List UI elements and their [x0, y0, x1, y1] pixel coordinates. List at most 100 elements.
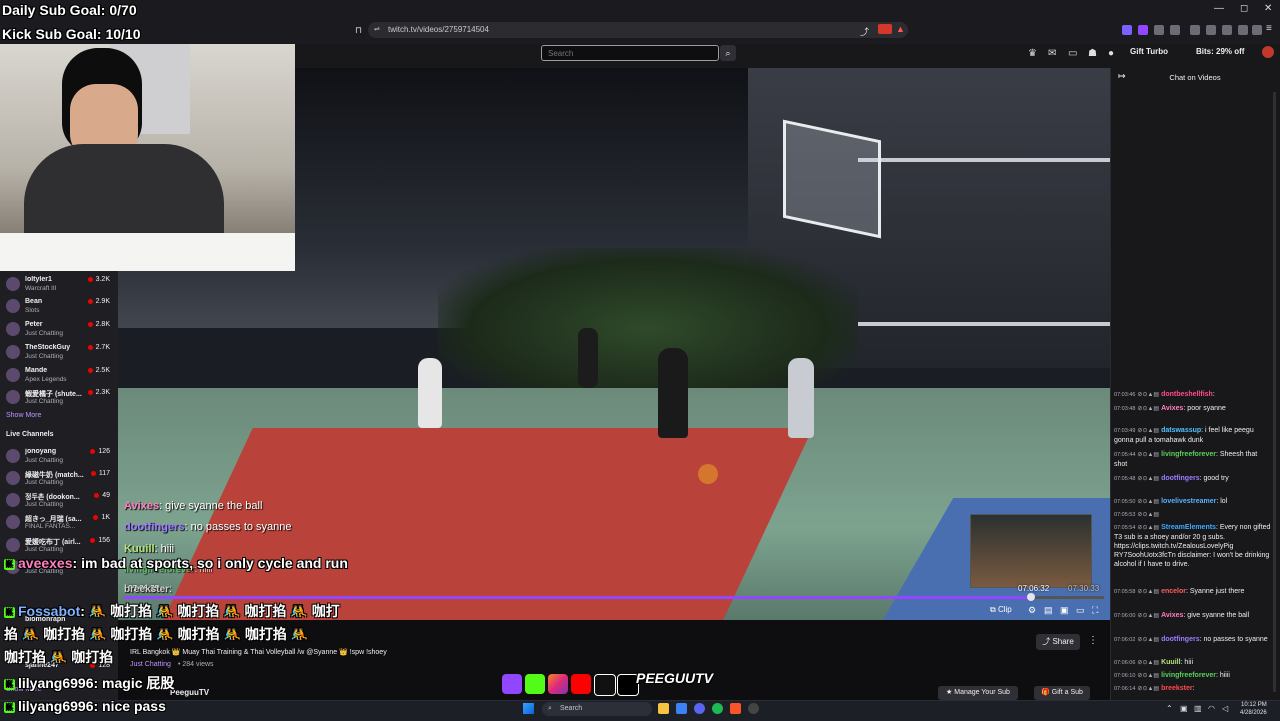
tray-app-icon[interactable]: ▥	[1194, 704, 1202, 713]
extension-icon[interactable]	[1154, 25, 1164, 35]
maximize-button[interactable]: ◻	[1240, 3, 1248, 14]
gift-turbo-button[interactable]: Gift Turbo	[1130, 47, 1168, 56]
sidebar-channel[interactable]: 超きっ_月瑞 (sa... FINAL FANTAS... 1K	[6, 512, 116, 534]
theatre-mode-icon[interactable]: ▤	[1044, 605, 1053, 616]
chat-username[interactable]: livingfreeforever	[1161, 451, 1216, 458]
sidebar-channel[interactable]: 蝦愛橘子 (shute... Just Chatting 2.3K	[6, 387, 116, 409]
search-input[interactable]	[541, 45, 719, 61]
chat-username[interactable]: encelor	[1161, 588, 1186, 595]
brave-icon[interactable]	[730, 703, 741, 714]
progress-handle[interactable]	[1027, 593, 1035, 601]
chat-username[interactable]: Avixes	[1161, 405, 1183, 412]
rewards-icon[interactable]: ▲	[896, 24, 905, 34]
notifications-icon[interactable]: ●	[1108, 48, 1114, 59]
sidebar-channel[interactable]: Peter Just Chatting 2.8K	[6, 319, 116, 341]
sidebar-channel[interactable]: jonoyang Just Chatting 126	[6, 446, 116, 468]
mod-actions-icon[interactable]: ⊘⊙▲▤	[1137, 392, 1159, 398]
mod-actions-icon[interactable]: ⊘⊙▲▤	[1137, 499, 1159, 505]
avatar	[6, 390, 20, 404]
mod-actions-icon[interactable]: ⊘⊙▲▤	[1137, 406, 1159, 412]
sidebar-channel[interactable]: Mande Apex Legends 2.5K	[6, 365, 116, 387]
mod-actions-icon[interactable]: ⊘⊙▲▤	[1137, 428, 1159, 434]
sidebar-channel[interactable]: TheStockGuy Just Chatting 2.7K	[6, 342, 116, 364]
sidebar-channel[interactable]: Bean Slots 2.9K	[6, 296, 116, 318]
chat-scrollbar[interactable]	[1273, 92, 1276, 692]
share-page-icon[interactable]: ⤴	[860, 25, 869, 38]
tray-chevron-icon[interactable]: ⌃	[1166, 704, 1173, 713]
gift-sub-button[interactable]: 🎁 Gift a Sub	[1034, 686, 1090, 700]
chat-username[interactable]: dontbeshellfish	[1161, 391, 1213, 398]
sidebar-channel[interactable]: 綠磁牛奶 (match... Just Chatting 117	[6, 468, 116, 490]
mod-actions-icon[interactable]: ⊘⊙▲▤	[1137, 637, 1159, 643]
chat-username[interactable]: breekster	[1161, 685, 1193, 692]
video-category-link[interactable]: Just Chatting	[130, 661, 171, 668]
chat-username[interactable]: StreamElements	[1161, 524, 1216, 531]
chat-username[interactable]: Kuuill	[1161, 659, 1180, 666]
vpn-icon[interactable]	[1252, 25, 1262, 35]
whispers-icon[interactable]: ▭	[1068, 48, 1077, 59]
chat-username[interactable]: lovelivestreamer	[1161, 498, 1216, 505]
search-button[interactable]: ⌕	[720, 45, 736, 61]
fullscreen-icon[interactable]: ⛶	[1092, 605, 1098, 616]
mod-actions-icon[interactable]: ⊘⊙▲▤	[1137, 686, 1159, 692]
mod-actions-icon[interactable]: ⊘⊙▲▤	[1137, 589, 1159, 595]
sidebar-toggle-icon[interactable]	[1206, 25, 1216, 35]
mod-actions-icon[interactable]: ⊘⊙▲▤	[1137, 673, 1159, 679]
tray-app-icon[interactable]: ▣	[1180, 704, 1188, 713]
brave-shields-icon[interactable]	[878, 24, 892, 34]
minimize-button[interactable]: —	[1214, 3, 1224, 14]
chat-username[interactable]: dootfingers	[1161, 636, 1200, 643]
theatre-icon[interactable]: ▭	[1076, 605, 1085, 616]
discord-icon[interactable]	[694, 703, 705, 714]
kick-chat-line: 咖打掐 🤼 咖打掐	[4, 647, 113, 667]
clip-button[interactable]: ⧉ Clip	[990, 605, 1012, 615]
miniplayer-icon[interactable]: ▣	[1060, 605, 1069, 616]
address-bar[interactable]: ⇌ twitch.tv/videos/2759714504	[368, 22, 908, 38]
site-info-icon[interactable]: ⇌	[374, 22, 380, 38]
chat-username[interactable]: dootfingers	[1161, 475, 1200, 482]
volume-icon[interactable]: ◁	[1222, 704, 1228, 713]
spotify-icon[interactable]	[712, 703, 723, 714]
mod-actions-icon[interactable]: ⊘⊙▲▤	[1137, 512, 1159, 518]
file-explorer-icon[interactable]	[658, 703, 669, 714]
bookmark-icon[interactable]: ⊓	[355, 25, 362, 36]
chat-username[interactable]: livingfreeforever	[1161, 672, 1216, 679]
extension-icon[interactable]	[1122, 25, 1132, 35]
mod-actions-icon[interactable]: ⊘⊙▲▤	[1137, 660, 1159, 666]
chat-username[interactable]: datswassup	[1161, 427, 1201, 434]
share-button[interactable]: ⤴ Share	[1036, 634, 1080, 650]
mod-actions-icon[interactable]: ⊘⊙▲▤	[1137, 525, 1159, 531]
app-icon[interactable]	[748, 703, 759, 714]
taskbar-search[interactable]: ⌕ Search	[542, 702, 652, 716]
extension-icon[interactable]	[1170, 25, 1180, 35]
manage-sub-button[interactable]: ★ Manage Your Sub	[938, 686, 1018, 700]
twitch-extension-icon[interactable]	[1138, 25, 1148, 35]
mod-actions-icon[interactable]: ⊘⊙▲▤	[1137, 613, 1159, 619]
prime-loot-icon[interactable]: ☗	[1088, 48, 1097, 59]
extension-icon[interactable]	[1190, 25, 1200, 35]
taskbar-clock[interactable]: 10:12 PM 4/28/2026	[1240, 701, 1267, 717]
wifi-icon[interactable]: ◠	[1208, 704, 1215, 713]
more-options-icon[interactable]: ⋮	[1088, 635, 1098, 646]
user-avatar[interactable]	[1262, 46, 1274, 58]
start-menu-icon[interactable]	[523, 703, 534, 714]
chat-username[interactable]: Avixes	[1161, 612, 1183, 619]
mail-icon[interactable]	[676, 703, 687, 714]
mod-actions-icon[interactable]: ⊘⊙▲▤	[1137, 476, 1159, 482]
inbox-icon[interactable]: ✉	[1048, 48, 1056, 59]
chat-timestamp: 07:05:44	[1114, 452, 1136, 458]
streamer-name[interactable]: PeeguuTV	[170, 688, 209, 697]
crown-icon[interactable]: ♛	[1028, 48, 1037, 59]
sidebar-channel[interactable]: 愛媛吃布丁 (airl... Just Chatting 156	[6, 535, 116, 557]
show-more-link[interactable]: Show More	[6, 412, 41, 419]
extension-icon[interactable]	[1238, 25, 1248, 35]
sidebar-channel[interactable]: 정두촌 (dookon... Just Chatting 49	[6, 490, 116, 512]
sidebar-channel[interactable]: loltyler1 Warcraft III 3.2K	[6, 274, 116, 296]
close-window-button[interactable]: ✕	[1264, 3, 1272, 14]
bits-offer-button[interactable]: Bits: 29% off	[1196, 47, 1244, 56]
menu-icon[interactable]: ≡	[1266, 23, 1272, 34]
live-channels-header: Live Channels	[6, 431, 54, 438]
mod-actions-icon[interactable]: ⊘⊙▲▤	[1137, 452, 1159, 458]
settings-gear-icon[interactable]: ⚙	[1028, 605, 1036, 616]
extension-icon[interactable]	[1222, 25, 1232, 35]
